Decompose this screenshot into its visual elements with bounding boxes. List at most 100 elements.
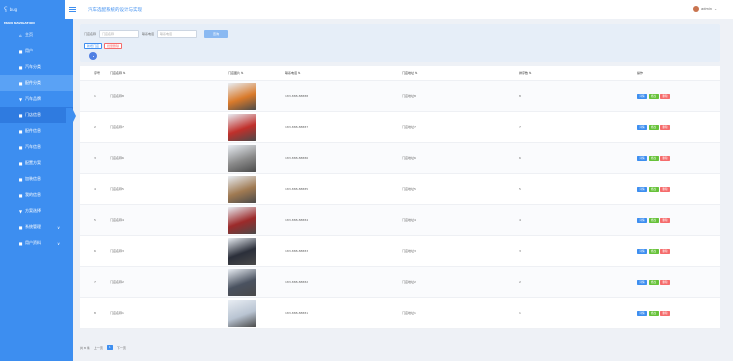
sidebar-item-label: 汽车信息 (25, 144, 41, 149)
detail-button[interactable]: 详情 (637, 124, 647, 130)
row-actions: 详情 修改 删除 (635, 124, 720, 130)
col-header[interactable]: 门店图片 ⇅ (226, 71, 283, 75)
menu-icon: ■ (18, 144, 23, 150)
store-image[interactable] (228, 268, 256, 296)
sidebar-item[interactable]: ⌂ 主页 (0, 27, 73, 43)
col-header[interactable]: 联系电话 ⇅ (283, 71, 400, 75)
menu-icon: ▼ (18, 96, 23, 102)
store-image[interactable] (228, 113, 256, 141)
table-row: 6 门店名称3 183-888-88883 门店地址3 3 详情 修改 删除 (80, 236, 720, 267)
delete-button[interactable]: 删除 (660, 217, 670, 223)
table-row: 5 门店名称4 183-888-88884 门店地址4 4 详情 修改 删除 (80, 205, 720, 236)
row-index: 5 (94, 218, 96, 222)
sidebar-item[interactable]: ■ 配置方案 (0, 155, 73, 171)
row-actions: 详情 修改 删除 (635, 248, 720, 254)
sidebar-item[interactable]: ■ 用户资料 ∨ (0, 235, 73, 251)
edit-button[interactable]: 修改 (648, 93, 659, 99)
sidebar-item[interactable]: ■ 配件分类 (0, 75, 73, 91)
sidebar-item[interactable]: ■ 配件信息 (0, 123, 73, 139)
store-phone: 183-888-88881 (285, 311, 309, 315)
delete-button[interactable]: 删除 (660, 248, 670, 254)
table-row: 2 门店名称7 183-888-88887 门店地址7 7 详情 修改 删除 (80, 112, 720, 143)
edit-button[interactable]: 修改 (648, 279, 659, 285)
delete-button[interactable]: 删除 (660, 124, 670, 130)
detail-button[interactable]: 详情 (637, 248, 647, 254)
store-image[interactable] (228, 299, 256, 327)
edit-button[interactable]: 修改 (648, 124, 659, 130)
prev-page-button[interactable]: 上一页 (94, 346, 103, 350)
row-actions: 详情 修改 删除 (635, 186, 720, 192)
menu-icon: ■ (18, 64, 23, 70)
col-header[interactable]: 门店名称 ⇅ (108, 71, 226, 75)
menu-icon: ■ (18, 176, 23, 182)
row-index: 7 (94, 280, 96, 284)
col-header[interactable]: 排序数 ⇅ (517, 71, 635, 75)
delete-button[interactable]: 删除 (660, 186, 670, 192)
col-header[interactable]: 门店地址 ⇅ (400, 71, 517, 75)
detail-button[interactable]: 详情 (637, 155, 647, 161)
edit-button[interactable]: 修改 (648, 248, 659, 254)
detail-button[interactable]: 详情 (637, 279, 647, 285)
row-index: 1 (94, 94, 96, 98)
page-number-current[interactable]: 1 (106, 345, 113, 350)
sidebar-item[interactable]: ▼ 汽车品牌 (0, 91, 73, 107)
sidebar-item[interactable]: ■ 加装信息 (0, 171, 73, 187)
store-phone: 183-888-88882 (285, 280, 309, 284)
sidebar-item-label: 主页 (25, 32, 33, 37)
sidebar-item[interactable]: ■ 汽车分类 (0, 59, 73, 75)
sidebar-item[interactable]: ■ 我的信息 (0, 187, 73, 203)
store-address: 门店地址3 (402, 249, 416, 253)
cursor-indicator (89, 52, 97, 60)
sidebar-item[interactable]: ▼ 方案选择 (0, 203, 73, 219)
menu-icon: ■ (18, 192, 23, 198)
detail-button[interactable]: 详情 (637, 186, 647, 192)
logo-text: bug (9, 7, 18, 12)
hamburger-menu-icon[interactable] (69, 6, 76, 13)
sidebar-item-label: 汽车品牌 (25, 96, 41, 101)
store-phone: 183-888-88885 (285, 187, 309, 191)
sidebar-item[interactable]: ■ 门店信息 (0, 107, 73, 123)
delete-button[interactable]: 删除 (660, 279, 670, 285)
store-image[interactable] (228, 175, 256, 203)
store-name: 门店名称1 (110, 311, 124, 315)
batch-delete-button[interactable]: 批量删除 (104, 43, 123, 49)
edit-button[interactable]: 修改 (648, 186, 659, 192)
sidebar-item[interactable]: ■ 用户 (0, 43, 73, 59)
store-image[interactable] (228, 237, 256, 265)
delete-button[interactable]: 删除 (660, 155, 670, 161)
table-row: 8 门店名称1 183-888-88881 门店地址1 1 详情 修改 删除 (80, 298, 720, 329)
table-row: 3 门店名称6 183-888-88886 门店地址6 6 详情 修改 删除 (80, 143, 720, 174)
menu-icon: ■ (18, 128, 23, 134)
sidebar-item[interactable]: ■ 系统管理 ∨ (0, 219, 73, 235)
store-image[interactable] (228, 144, 256, 172)
menu-icon: ■ (18, 48, 23, 54)
phone-input[interactable]: 联系电话 (157, 30, 198, 38)
table-body: 1 门店名称8 183-888-88888 门店地址8 8 详情 修改 删除 2 门店名称7 183… (80, 81, 720, 329)
user-menu[interactable]: admin ⌄ (693, 6, 717, 12)
menu-icon: ■ (18, 80, 23, 86)
menu-icon: ▼ (18, 208, 23, 214)
store-image[interactable] (228, 206, 256, 234)
detail-button[interactable]: 详情 (637, 93, 647, 99)
col-header: 操作 (637, 71, 644, 75)
store-address: 门店地址7 (402, 125, 416, 129)
detail-button[interactable]: 详情 (637, 310, 647, 316)
sidebar-item-label: 方案选择 (25, 208, 41, 213)
store-name: 门店名称7 (110, 125, 124, 129)
edit-button[interactable]: 修改 (648, 310, 659, 316)
detail-button[interactable]: 详情 (637, 217, 647, 223)
store-table: 序号 门店名称 ⇅ 门店图片 ⇅ 联系电话 ⇅ 门店地址 ⇅ 排序数 ⇅ 操作 … (80, 66, 720, 329)
edit-button[interactable]: 修改 (648, 155, 659, 161)
delete-button[interactable]: 删除 (660, 310, 670, 316)
store-image[interactable] (228, 82, 256, 110)
edit-button[interactable]: 修改 (648, 217, 659, 223)
store-name-input[interactable]: 门店名称 (99, 30, 140, 38)
next-page-button[interactable]: 下一页 (117, 346, 126, 350)
add-store-button[interactable]: 新增门店 (84, 43, 103, 49)
search-button[interactable]: 查询 (204, 30, 229, 38)
menu-icon: ⌂ (19, 32, 22, 38)
delete-button[interactable]: 删除 (660, 93, 670, 99)
sidebar-item[interactable]: ■ 汽车信息 (0, 139, 73, 155)
sort-number: 8 (519, 94, 521, 98)
sort-number: 3 (519, 249, 521, 253)
